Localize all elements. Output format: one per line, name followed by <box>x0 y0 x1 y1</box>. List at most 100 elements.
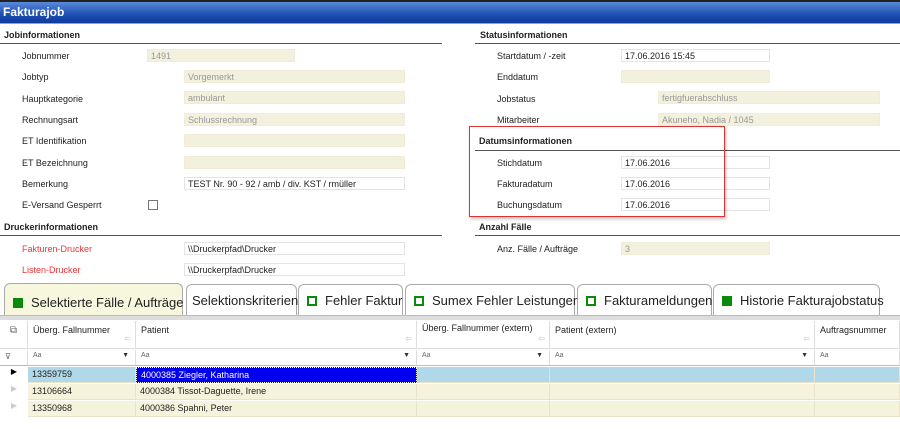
label-anz-faelle: Anz. Fälle / Aufträge <box>497 244 579 254</box>
window-title: Fakturajob <box>3 5 65 19</box>
tab-strip-border <box>0 315 900 320</box>
label-jobnummer: Jobnummer <box>22 51 70 61</box>
tab-selektierte-faelle[interactable]: Selektierte Fälle / Aufträge <box>4 283 183 317</box>
filter-uebg-fallnummer-extern[interactable]: Aa ▼ <box>417 350 550 366</box>
tab-label: Historie Fakturajobstatus <box>740 293 884 308</box>
label-e-versand-gesperrt: E-Versand Gesperrt <box>22 200 102 210</box>
divider <box>0 43 442 44</box>
label-startdatum: Startdatum / -zeit <box>497 51 566 61</box>
filter-uebg-fallnummer[interactable]: Aa ▼ <box>28 350 136 366</box>
row-indicator-icon[interactable]: ▶ <box>0 401 28 417</box>
header-label: Auftragsnummer <box>820 325 887 335</box>
pin-icon[interactable]: ⇦ <box>803 334 810 343</box>
column-header-auftragsnummer[interactable]: Auftragsnummer <box>815 321 900 349</box>
mitarbeiter-field: Akuneho, Nadia / 1045 <box>658 113 880 126</box>
filter-patient[interactable]: Aa ▼ <box>136 350 417 366</box>
tab-label: Sumex Fehler Leistungen <box>432 293 581 308</box>
column-header-patient[interactable]: Patient ⇦ <box>136 321 417 349</box>
table-cell[interactable]: 13350968 <box>28 401 136 417</box>
filter-icon[interactable]: ⊽ <box>0 350 28 366</box>
table-cell[interactable]: 13106664 <box>28 384 136 400</box>
table-cell[interactable] <box>417 367 550 383</box>
header-label: Überg. Fallnummer <box>33 325 111 335</box>
bemerkung-input[interactable]: TEST Nr. 90 - 92 / amb / div. KST / rmül… <box>184 177 405 190</box>
filter-patient-extern[interactable]: Aa ▼ <box>550 350 815 366</box>
filter-placeholder: Aa <box>820 352 829 359</box>
empty-square-icon <box>414 296 424 306</box>
tab-label: Fakturameldungen <box>604 293 713 308</box>
label-mitarbeiter: Mitarbeiter <box>497 115 540 125</box>
label-enddatum: Enddatum <box>497 72 539 82</box>
column-header-uebg-fallnummer-extern[interactable]: Überg. Fallnummer (extern) ⇦ <box>417 321 550 349</box>
table-cell[interactable] <box>550 401 815 417</box>
startdatum-input[interactable]: 17.06.2016 15:45 <box>621 49 770 62</box>
jobnummer-field: 1491 <box>147 49 295 62</box>
rechnungsart-field: Schlussrechnung <box>184 113 405 126</box>
table-cell[interactable] <box>815 367 900 383</box>
dropdown-arrow-icon[interactable]: ▼ <box>801 352 808 359</box>
filled-square-icon <box>13 298 23 308</box>
pin-icon[interactable]: ⇦ <box>124 334 131 343</box>
empty-square-icon <box>586 296 596 306</box>
filled-square-icon <box>722 296 732 306</box>
tab-historie-fakturajobstatus[interactable]: Historie Fakturajobstatus <box>713 284 884 315</box>
label-bemerkung: Bemerkung <box>22 179 69 189</box>
e-versand-gesperrt-checkbox[interactable] <box>148 200 158 210</box>
section-statusinformationen: Statusinformationen <box>480 30 568 40</box>
et-identifikation-field <box>184 134 405 147</box>
table-cell[interactable] <box>815 384 900 400</box>
filter-placeholder: Aa <box>33 352 42 359</box>
dropdown-arrow-icon[interactable]: ▼ <box>403 352 410 359</box>
table-cell[interactable]: 4000385 Ziegler, Katharina <box>136 367 417 383</box>
tab-fehler-faktur[interactable]: Fehler Faktur <box>298 284 403 315</box>
jobstatus-field: fertigfuerabschluss <box>658 91 880 104</box>
label-fakturen-drucker: Fakturen-Drucker <box>22 244 93 254</box>
label-listen-drucker: Listen-Drucker <box>22 265 81 275</box>
pin-icon[interactable]: ⇦ <box>538 334 545 343</box>
label-et-identifikation: ET Identifikation <box>22 136 87 146</box>
filter-placeholder: Aa <box>422 352 431 359</box>
pin-icon[interactable]: ⇦ <box>405 334 412 343</box>
column-header-uebg-fallnummer[interactable]: Überg. Fallnummer ⇦ <box>28 321 136 349</box>
tab-label: Selektierte Fälle / Aufträge <box>31 295 184 310</box>
filter-auftragsnummer[interactable]: Aa <box>815 350 900 366</box>
column-header-patient-extern[interactable]: Patient (extern) ⇦ <box>550 321 815 349</box>
table-cell[interactable] <box>550 367 815 383</box>
label-rechnungsart: Rechnungsart <box>22 115 79 125</box>
filter-placeholder: Aa <box>555 352 564 359</box>
table-cell[interactable]: 4000384 Tissot-Daguette, Irene <box>136 384 417 400</box>
et-bezeichnung-field <box>184 156 405 169</box>
header-label: Überg. Fallnummer (extern) <box>422 323 533 333</box>
table-cell[interactable] <box>550 384 815 400</box>
label-et-bezeichnung: ET Bezeichnung <box>22 158 88 168</box>
tab-fakturameldungen[interactable]: Fakturameldungen <box>577 284 712 315</box>
label-jobstatus: Jobstatus <box>497 94 536 104</box>
filter-placeholder: Aa <box>141 352 150 359</box>
header-label: Patient (extern) <box>555 325 617 335</box>
tab-label: Selektionskriterien <box>192 293 299 308</box>
enddatum-field <box>621 70 770 83</box>
tab-selektionskriterien[interactable]: Selektionskriterien <box>186 284 299 315</box>
fakturen-drucker-input[interactable]: \\Druckerpfad\Drucker <box>184 242 405 255</box>
section-jobinformationen: Jobinformationen <box>4 30 80 40</box>
dropdown-arrow-icon[interactable]: ▼ <box>122 352 129 359</box>
current-row-indicator-icon[interactable]: ▶ <box>0 367 28 383</box>
divider <box>475 235 900 236</box>
divider <box>475 43 900 44</box>
tab-sumex-fehler-leistungen[interactable]: Sumex Fehler Leistungen <box>405 284 580 315</box>
header-label: Patient <box>141 325 170 335</box>
listen-drucker-input[interactable]: \\Druckerpfad\Drucker <box>184 263 405 276</box>
jobtyp-field: Vorgemerkt <box>184 70 405 83</box>
table-cell[interactable]: 4000386 Spahni, Peter <box>136 401 417 417</box>
hauptkategorie-field: ambulant <box>184 91 405 104</box>
table-cell[interactable] <box>417 401 550 417</box>
row-indicator-icon[interactable]: ▶ <box>0 384 28 400</box>
label-jobtyp: Jobtyp <box>22 72 49 82</box>
dropdown-arrow-icon[interactable]: ▼ <box>536 352 543 359</box>
table-cell[interactable] <box>417 384 550 400</box>
section-druckerinformationen: Druckerinformationen <box>4 222 99 232</box>
column-chooser-icon[interactable]: ⧉ <box>0 321 28 349</box>
tab-label: Fehler Faktur <box>325 293 403 308</box>
table-cell[interactable]: 13359759 <box>28 367 136 383</box>
table-cell[interactable] <box>815 401 900 417</box>
